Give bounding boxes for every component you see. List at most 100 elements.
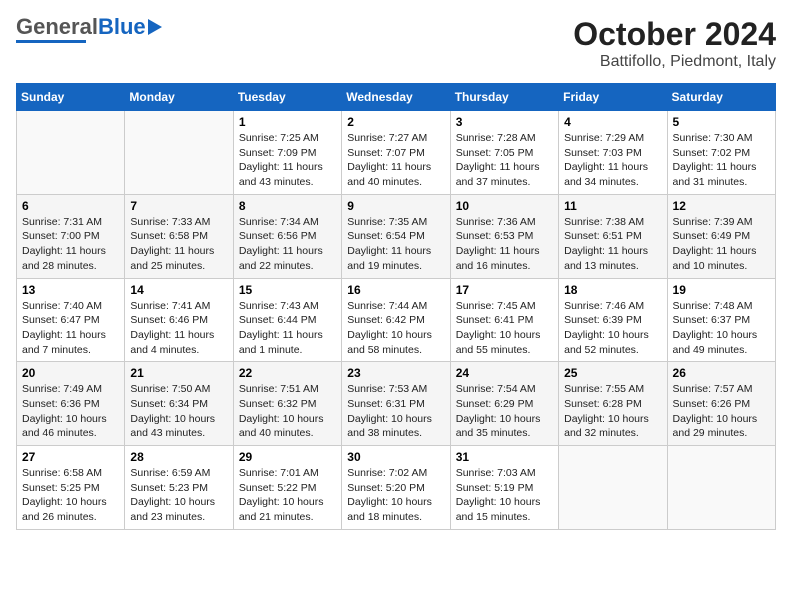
- logo-text: GeneralBlue: [16, 16, 146, 38]
- day-number: 21: [130, 366, 227, 380]
- day-number: 19: [673, 283, 770, 297]
- day-info: Sunrise: 7:50 AM Sunset: 6:34 PM Dayligh…: [130, 382, 227, 441]
- day-info: Sunrise: 7:48 AM Sunset: 6:37 PM Dayligh…: [673, 299, 770, 358]
- day-info: Sunrise: 7:55 AM Sunset: 6:28 PM Dayligh…: [564, 382, 661, 441]
- day-info: Sunrise: 7:49 AM Sunset: 6:36 PM Dayligh…: [22, 382, 119, 441]
- day-number: 18: [564, 283, 661, 297]
- day-info: Sunrise: 7:01 AM Sunset: 5:22 PM Dayligh…: [239, 466, 336, 525]
- calendar-cell: 11Sunrise: 7:38 AM Sunset: 6:51 PM Dayli…: [559, 194, 667, 278]
- calendar-subtitle: Battifollo, Piedmont, Italy: [573, 53, 776, 71]
- day-info: Sunrise: 7:54 AM Sunset: 6:29 PM Dayligh…: [456, 382, 553, 441]
- day-number: 4: [564, 115, 661, 129]
- day-info: Sunrise: 6:59 AM Sunset: 5:23 PM Dayligh…: [130, 466, 227, 525]
- day-number: 25: [564, 366, 661, 380]
- calendar-cell: 6Sunrise: 7:31 AM Sunset: 7:00 PM Daylig…: [17, 194, 125, 278]
- calendar-cell: 9 Sunrise: 7:35 AM Sunset: 6:54 PM Daylig…: [342, 194, 450, 278]
- calendar-cell: 23 Sunrise: 7:53 AM Sunset: 6:31 PM Dayli…: [342, 362, 450, 446]
- day-info: Sunrise: 7:51 AM Sunset: 6:32 PM Dayligh…: [239, 382, 336, 441]
- calendar-body: 1 Sunrise: 7:25 AM Sunset: 7:09 PM Daylig…: [17, 111, 776, 530]
- day-info: Sunrise: 7:38 AM Sunset: 6:51 PM Dayligh…: [564, 215, 661, 274]
- calendar-cell: 12Sunrise: 7:39 AM Sunset: 6:49 PM Dayli…: [667, 194, 775, 278]
- calendar-week-row: 6Sunrise: 7:31 AM Sunset: 7:00 PM Daylig…: [17, 194, 776, 278]
- col-sunday: Sunday: [17, 84, 125, 111]
- page-header: GeneralBlue October 2024 Battifollo, Pie…: [16, 16, 776, 71]
- calendar-cell: 10 Sunrise: 7:36 AM Sunset: 6:53 PM Dayli…: [450, 194, 558, 278]
- calendar-cell: 24Sunrise: 7:54 AM Sunset: 6:29 PM Dayli…: [450, 362, 558, 446]
- day-number: 31: [456, 450, 553, 464]
- day-number: 27: [22, 450, 119, 464]
- calendar-cell: 18 Sunrise: 7:46 AM Sunset: 6:39 PM Dayli…: [559, 278, 667, 362]
- day-info: Sunrise: 7:53 AM Sunset: 6:31 PM Dayligh…: [347, 382, 444, 441]
- day-info: Sunrise: 7:46 AM Sunset: 6:39 PM Dayligh…: [564, 299, 661, 358]
- calendar-cell: 1 Sunrise: 7:25 AM Sunset: 7:09 PM Daylig…: [233, 111, 341, 195]
- title-block: October 2024 Battifollo, Piedmont, Italy: [573, 16, 776, 71]
- col-wednesday: Wednesday: [342, 84, 450, 111]
- calendar-cell: 13Sunrise: 7:40 AM Sunset: 6:47 PM Dayli…: [17, 278, 125, 362]
- calendar-cell: 5 Sunrise: 7:30 AM Sunset: 7:02 PM Daylig…: [667, 111, 775, 195]
- day-info: Sunrise: 7:39 AM Sunset: 6:49 PM Dayligh…: [673, 215, 770, 274]
- day-number: 5: [673, 115, 770, 129]
- calendar-cell: 22 Sunrise: 7:51 AM Sunset: 6:32 PM Dayli…: [233, 362, 341, 446]
- logo: GeneralBlue: [16, 16, 162, 43]
- day-number: 15: [239, 283, 336, 297]
- calendar-cell: 8 Sunrise: 7:34 AM Sunset: 6:56 PM Daylig…: [233, 194, 341, 278]
- col-thursday: Thursday: [450, 84, 558, 111]
- day-info: Sunrise: 7:45 AM Sunset: 6:41 PM Dayligh…: [456, 299, 553, 358]
- day-number: 30: [347, 450, 444, 464]
- day-info: Sunrise: 7:03 AM Sunset: 5:19 PM Dayligh…: [456, 466, 553, 525]
- calendar-cell: 14Sunrise: 7:41 AM Sunset: 6:46 PM Dayli…: [125, 278, 233, 362]
- day-number: 1: [239, 115, 336, 129]
- day-info: Sunrise: 7:36 AM Sunset: 6:53 PM Dayligh…: [456, 215, 553, 274]
- calendar-cell: 7 Sunrise: 7:33 AM Sunset: 6:58 PM Daylig…: [125, 194, 233, 278]
- calendar-title: October 2024: [573, 16, 776, 53]
- calendar-cell: [559, 446, 667, 530]
- day-info: Sunrise: 7:35 AM Sunset: 6:54 PM Dayligh…: [347, 215, 444, 274]
- day-info: Sunrise: 6:58 AM Sunset: 5:25 PM Dayligh…: [22, 466, 119, 525]
- day-info: Sunrise: 7:33 AM Sunset: 6:58 PM Dayligh…: [130, 215, 227, 274]
- logo-underline: [16, 40, 86, 43]
- calendar-cell: 28 Sunrise: 6:59 AM Sunset: 5:23 PM Dayli…: [125, 446, 233, 530]
- calendar-cell: 19 Sunrise: 7:48 AM Sunset: 6:37 PM Dayli…: [667, 278, 775, 362]
- day-number: 17: [456, 283, 553, 297]
- col-saturday: Saturday: [667, 84, 775, 111]
- day-info: Sunrise: 7:41 AM Sunset: 6:46 PM Dayligh…: [130, 299, 227, 358]
- calendar-cell: 3Sunrise: 7:28 AM Sunset: 7:05 PM Daylig…: [450, 111, 558, 195]
- day-info: Sunrise: 7:34 AM Sunset: 6:56 PM Dayligh…: [239, 215, 336, 274]
- day-number: 22: [239, 366, 336, 380]
- calendar-cell: 26 Sunrise: 7:57 AM Sunset: 6:26 PM Dayli…: [667, 362, 775, 446]
- day-info: Sunrise: 7:30 AM Sunset: 7:02 PM Dayligh…: [673, 131, 770, 190]
- calendar-cell: [667, 446, 775, 530]
- logo-arrow-icon: [148, 19, 162, 35]
- day-info: Sunrise: 7:44 AM Sunset: 6:42 PM Dayligh…: [347, 299, 444, 358]
- day-number: 23: [347, 366, 444, 380]
- calendar-week-row: 27 Sunrise: 6:58 AM Sunset: 5:25 PM Dayli…: [17, 446, 776, 530]
- day-number: 28: [130, 450, 227, 464]
- calendar-cell: 30 Sunrise: 7:02 AM Sunset: 5:20 PM Dayli…: [342, 446, 450, 530]
- calendar-cell: 27 Sunrise: 6:58 AM Sunset: 5:25 PM Dayli…: [17, 446, 125, 530]
- day-info: Sunrise: 7:57 AM Sunset: 6:26 PM Dayligh…: [673, 382, 770, 441]
- day-number: 26: [673, 366, 770, 380]
- day-number: 20: [22, 366, 119, 380]
- day-info: Sunrise: 7:40 AM Sunset: 6:47 PM Dayligh…: [22, 299, 119, 358]
- calendar-cell: 21 Sunrise: 7:50 AM Sunset: 6:34 PM Dayli…: [125, 362, 233, 446]
- day-info: Sunrise: 7:02 AM Sunset: 5:20 PM Dayligh…: [347, 466, 444, 525]
- calendar-cell: 16 Sunrise: 7:44 AM Sunset: 6:42 PM Dayli…: [342, 278, 450, 362]
- calendar-cell: 4Sunrise: 7:29 AM Sunset: 7:03 PM Daylig…: [559, 111, 667, 195]
- day-number: 9: [347, 199, 444, 213]
- calendar-cell: 2Sunrise: 7:27 AM Sunset: 7:07 PM Daylig…: [342, 111, 450, 195]
- day-number: 10: [456, 199, 553, 213]
- calendar-cell: [17, 111, 125, 195]
- day-info: Sunrise: 7:25 AM Sunset: 7:09 PM Dayligh…: [239, 131, 336, 190]
- day-number: 3: [456, 115, 553, 129]
- day-number: 6: [22, 199, 119, 213]
- calendar-week-row: 1 Sunrise: 7:25 AM Sunset: 7:09 PM Daylig…: [17, 111, 776, 195]
- day-number: 8: [239, 199, 336, 213]
- calendar-cell: 15 Sunrise: 7:43 AM Sunset: 6:44 PM Dayli…: [233, 278, 341, 362]
- calendar-week-row: 20 Sunrise: 7:49 AM Sunset: 6:36 PM Dayli…: [17, 362, 776, 446]
- col-friday: Friday: [559, 84, 667, 111]
- day-number: 16: [347, 283, 444, 297]
- calendar-cell: 20 Sunrise: 7:49 AM Sunset: 6:36 PM Dayli…: [17, 362, 125, 446]
- calendar-cell: 31 Sunrise: 7:03 AM Sunset: 5:19 PM Dayli…: [450, 446, 558, 530]
- day-number: 7: [130, 199, 227, 213]
- day-info: Sunrise: 7:43 AM Sunset: 6:44 PM Dayligh…: [239, 299, 336, 358]
